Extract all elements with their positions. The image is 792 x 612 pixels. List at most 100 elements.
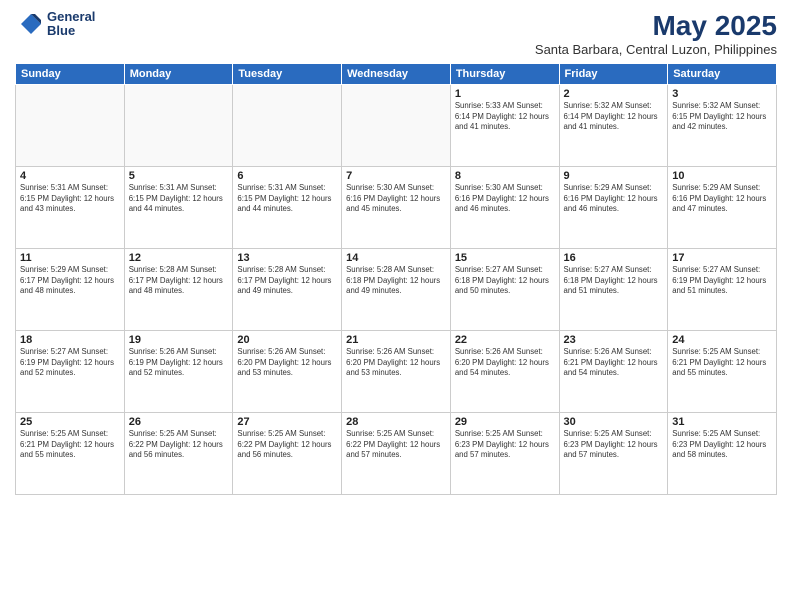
day-number: 26: [129, 416, 229, 428]
calendar-week-2: 11Sunrise: 5:29 AM Sunset: 6:17 PM Dayli…: [16, 249, 777, 331]
col-header-saturday: Saturday: [668, 64, 777, 85]
calendar-cell: 28Sunrise: 5:25 AM Sunset: 6:22 PM Dayli…: [342, 413, 451, 495]
calendar-cell: [233, 85, 342, 167]
calendar-cell: 10Sunrise: 5:29 AM Sunset: 6:16 PM Dayli…: [668, 167, 777, 249]
calendar-cell: 13Sunrise: 5:28 AM Sunset: 6:17 PM Dayli…: [233, 249, 342, 331]
day-info: Sunrise: 5:31 AM Sunset: 6:15 PM Dayligh…: [20, 183, 120, 215]
calendar-cell: 22Sunrise: 5:26 AM Sunset: 6:20 PM Dayli…: [450, 331, 559, 413]
day-info: Sunrise: 5:26 AM Sunset: 6:21 PM Dayligh…: [564, 347, 664, 379]
day-info: Sunrise: 5:28 AM Sunset: 6:17 PM Dayligh…: [237, 265, 337, 297]
day-info: Sunrise: 5:27 AM Sunset: 6:19 PM Dayligh…: [672, 265, 772, 297]
day-info: Sunrise: 5:25 AM Sunset: 6:22 PM Dayligh…: [346, 429, 446, 461]
calendar-cell: 18Sunrise: 5:27 AM Sunset: 6:19 PM Dayli…: [16, 331, 125, 413]
day-info: Sunrise: 5:27 AM Sunset: 6:18 PM Dayligh…: [564, 265, 664, 297]
calendar-cell: 27Sunrise: 5:25 AM Sunset: 6:22 PM Dayli…: [233, 413, 342, 495]
calendar-cell: 20Sunrise: 5:26 AM Sunset: 6:20 PM Dayli…: [233, 331, 342, 413]
day-info: Sunrise: 5:26 AM Sunset: 6:20 PM Dayligh…: [237, 347, 337, 379]
calendar-cell: 1Sunrise: 5:33 AM Sunset: 6:14 PM Daylig…: [450, 85, 559, 167]
day-info: Sunrise: 5:32 AM Sunset: 6:14 PM Dayligh…: [564, 101, 664, 133]
day-number: 18: [20, 334, 120, 346]
logo-icon: [15, 10, 43, 38]
day-info: Sunrise: 5:27 AM Sunset: 6:19 PM Dayligh…: [20, 347, 120, 379]
day-info: Sunrise: 5:29 AM Sunset: 6:17 PM Dayligh…: [20, 265, 120, 297]
day-info: Sunrise: 5:25 AM Sunset: 6:22 PM Dayligh…: [237, 429, 337, 461]
calendar-cell: 15Sunrise: 5:27 AM Sunset: 6:18 PM Dayli…: [450, 249, 559, 331]
calendar-cell: 16Sunrise: 5:27 AM Sunset: 6:18 PM Dayli…: [559, 249, 668, 331]
day-number: 6: [237, 170, 337, 182]
calendar-cell: 30Sunrise: 5:25 AM Sunset: 6:23 PM Dayli…: [559, 413, 668, 495]
day-number: 11: [20, 252, 120, 264]
day-number: 4: [20, 170, 120, 182]
day-info: Sunrise: 5:26 AM Sunset: 6:19 PM Dayligh…: [129, 347, 229, 379]
calendar-cell: 31Sunrise: 5:25 AM Sunset: 6:23 PM Dayli…: [668, 413, 777, 495]
day-number: 19: [129, 334, 229, 346]
day-info: Sunrise: 5:25 AM Sunset: 6:23 PM Dayligh…: [564, 429, 664, 461]
calendar-week-0: 1Sunrise: 5:33 AM Sunset: 6:14 PM Daylig…: [16, 85, 777, 167]
calendar-header-row: SundayMondayTuesdayWednesdayThursdayFrid…: [16, 64, 777, 85]
calendar-week-4: 25Sunrise: 5:25 AM Sunset: 6:21 PM Dayli…: [16, 413, 777, 495]
day-number: 20: [237, 334, 337, 346]
day-number: 9: [564, 170, 664, 182]
calendar-cell: 26Sunrise: 5:25 AM Sunset: 6:22 PM Dayli…: [124, 413, 233, 495]
day-number: 1: [455, 88, 555, 100]
day-number: 21: [346, 334, 446, 346]
day-number: 31: [672, 416, 772, 428]
day-number: 13: [237, 252, 337, 264]
day-number: 5: [129, 170, 229, 182]
day-info: Sunrise: 5:30 AM Sunset: 6:16 PM Dayligh…: [346, 183, 446, 215]
title-block: May 2025 Santa Barbara, Central Luzon, P…: [535, 10, 777, 57]
day-info: Sunrise: 5:33 AM Sunset: 6:14 PM Dayligh…: [455, 101, 555, 133]
day-number: 15: [455, 252, 555, 264]
col-header-friday: Friday: [559, 64, 668, 85]
day-number: 16: [564, 252, 664, 264]
day-info: Sunrise: 5:31 AM Sunset: 6:15 PM Dayligh…: [237, 183, 337, 215]
page: General Blue May 2025 Santa Barbara, Cen…: [0, 0, 792, 612]
calendar-cell: [342, 85, 451, 167]
day-number: 12: [129, 252, 229, 264]
day-number: 3: [672, 88, 772, 100]
day-info: Sunrise: 5:32 AM Sunset: 6:15 PM Dayligh…: [672, 101, 772, 133]
day-number: 28: [346, 416, 446, 428]
day-number: 14: [346, 252, 446, 264]
day-info: Sunrise: 5:25 AM Sunset: 6:23 PM Dayligh…: [672, 429, 772, 461]
calendar-cell: [124, 85, 233, 167]
calendar-cell: 3Sunrise: 5:32 AM Sunset: 6:15 PM Daylig…: [668, 85, 777, 167]
day-info: Sunrise: 5:28 AM Sunset: 6:17 PM Dayligh…: [129, 265, 229, 297]
day-number: 30: [564, 416, 664, 428]
day-number: 17: [672, 252, 772, 264]
col-header-thursday: Thursday: [450, 64, 559, 85]
day-info: Sunrise: 5:25 AM Sunset: 6:23 PM Dayligh…: [455, 429, 555, 461]
logo-line1: General: [47, 10, 95, 24]
col-header-monday: Monday: [124, 64, 233, 85]
calendar-cell: 6Sunrise: 5:31 AM Sunset: 6:15 PM Daylig…: [233, 167, 342, 249]
day-number: 27: [237, 416, 337, 428]
calendar-cell: 21Sunrise: 5:26 AM Sunset: 6:20 PM Dayli…: [342, 331, 451, 413]
day-number: 23: [564, 334, 664, 346]
day-info: Sunrise: 5:29 AM Sunset: 6:16 PM Dayligh…: [564, 183, 664, 215]
calendar-cell: 9Sunrise: 5:29 AM Sunset: 6:16 PM Daylig…: [559, 167, 668, 249]
day-number: 2: [564, 88, 664, 100]
header: General Blue May 2025 Santa Barbara, Cen…: [15, 10, 777, 57]
calendar-cell: 29Sunrise: 5:25 AM Sunset: 6:23 PM Dayli…: [450, 413, 559, 495]
calendar-cell: 24Sunrise: 5:25 AM Sunset: 6:21 PM Dayli…: [668, 331, 777, 413]
calendar-cell: 7Sunrise: 5:30 AM Sunset: 6:16 PM Daylig…: [342, 167, 451, 249]
day-info: Sunrise: 5:25 AM Sunset: 6:21 PM Dayligh…: [672, 347, 772, 379]
day-info: Sunrise: 5:29 AM Sunset: 6:16 PM Dayligh…: [672, 183, 772, 215]
calendar-cell: 25Sunrise: 5:25 AM Sunset: 6:21 PM Dayli…: [16, 413, 125, 495]
calendar-cell: 5Sunrise: 5:31 AM Sunset: 6:15 PM Daylig…: [124, 167, 233, 249]
calendar-cell: [16, 85, 125, 167]
calendar-cell: 8Sunrise: 5:30 AM Sunset: 6:16 PM Daylig…: [450, 167, 559, 249]
day-number: 25: [20, 416, 120, 428]
calendar-cell: 23Sunrise: 5:26 AM Sunset: 6:21 PM Dayli…: [559, 331, 668, 413]
day-info: Sunrise: 5:30 AM Sunset: 6:16 PM Dayligh…: [455, 183, 555, 215]
day-info: Sunrise: 5:25 AM Sunset: 6:21 PM Dayligh…: [20, 429, 120, 461]
main-title: May 2025: [535, 10, 777, 42]
col-header-tuesday: Tuesday: [233, 64, 342, 85]
subtitle: Santa Barbara, Central Luzon, Philippine…: [535, 42, 777, 57]
day-info: Sunrise: 5:26 AM Sunset: 6:20 PM Dayligh…: [346, 347, 446, 379]
logo-line2: Blue: [47, 24, 95, 38]
calendar-cell: 2Sunrise: 5:32 AM Sunset: 6:14 PM Daylig…: [559, 85, 668, 167]
col-header-sunday: Sunday: [16, 64, 125, 85]
logo-text: General Blue: [47, 10, 95, 39]
day-number: 10: [672, 170, 772, 182]
